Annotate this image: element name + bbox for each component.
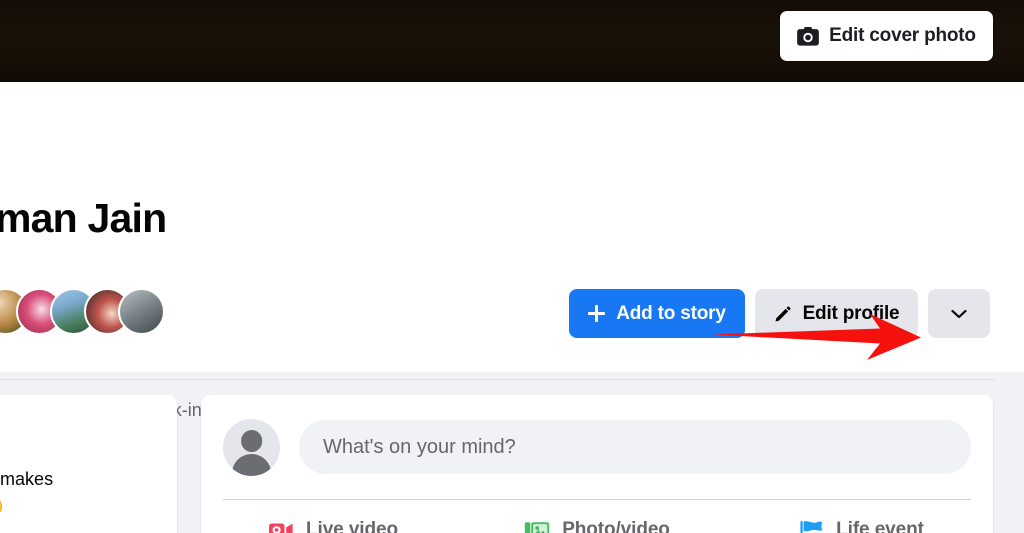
camera-icon — [797, 26, 819, 46]
live-video-label: Live video — [306, 519, 398, 533]
edit-profile-label: Edit profile — [802, 302, 900, 324]
edit-cover-photo-label: Edit cover photo — [829, 25, 976, 46]
facebook-profile-page: Edit cover photo man Jain Add to story E… — [0, 0, 1024, 533]
life-event-icon — [800, 521, 823, 533]
intro-card-text: nothing makes ems. 😝 — [0, 465, 176, 522]
photo-video-label: Photo/video — [562, 519, 670, 533]
live-video-button[interactable]: Live video — [201, 504, 465, 533]
composer-action-row: Live video Photo/video Life event — [201, 500, 993, 533]
plus-icon — [588, 305, 606, 322]
life-event-label: Life event — [836, 519, 924, 533]
composer-top-row — [201, 395, 993, 499]
friend-avatars-row[interactable] — [0, 288, 165, 335]
photo-video-icon — [524, 522, 550, 533]
friend-avatar-5[interactable] — [118, 288, 165, 335]
add-to-story-button[interactable]: Add to story — [569, 289, 745, 338]
user-avatar[interactable] — [223, 418, 280, 476]
post-composer-card: Live video Photo/video Life ev — [201, 395, 993, 533]
emoji-tongue-out: 😝 — [0, 497, 4, 518]
add-to-story-label: Add to story — [616, 302, 726, 324]
profile-action-buttons: Add to story Edit profile — [569, 289, 990, 338]
avatar-body — [231, 453, 272, 476]
photo-video-button[interactable]: Photo/video — [465, 504, 729, 533]
post-composer-input[interactable] — [299, 420, 971, 474]
header-divider — [0, 379, 995, 380]
pencil-icon — [775, 306, 791, 321]
chevron-down-icon — [951, 309, 967, 318]
edit-profile-button[interactable]: Edit profile — [755, 289, 918, 338]
avatar-head — [240, 430, 263, 453]
intro-text-line-1: nothing makes — [0, 469, 54, 489]
profile-header: man Jain Add to story Edit profile — [0, 82, 1024, 444]
profile-name: man Jain — [0, 195, 167, 241]
live-video-icon — [269, 523, 293, 533]
intro-card: nothing makes ems. 😝 — [0, 395, 177, 533]
edit-cover-photo-button[interactable]: Edit cover photo — [780, 11, 993, 61]
life-event-button[interactable]: Life event — [729, 504, 993, 533]
profile-more-actions-button[interactable] — [928, 289, 990, 338]
